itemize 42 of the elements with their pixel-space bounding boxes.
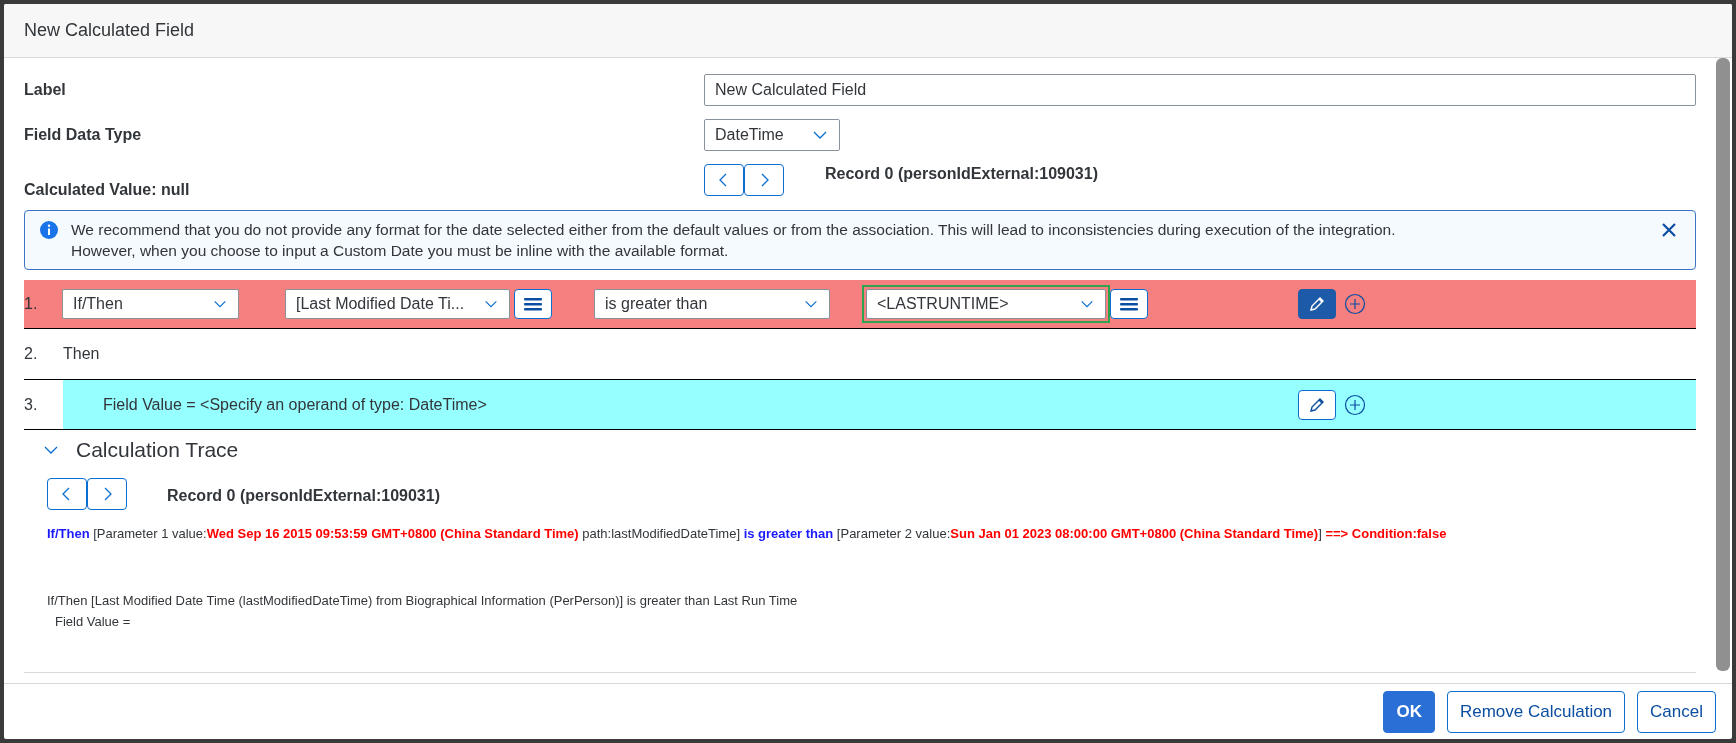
- info-text: We recommend that you do not provide any format for the date selected either from the default values or from the association. This will lead to inconsistencies during execution of the integration.: [71, 220, 1397, 240]
- edit-button[interactable]: [1298, 289, 1336, 319]
- dropdown[interactable]: If/Then: [62, 289, 239, 319]
- previous-button[interactable]: [47, 478, 87, 510]
- summary-text: If/Then [Last Modified Date Time (lastModifiedDateTime) from Biographical Information (PerPerson)] is greater than Last Run Time: [47, 591, 799, 610]
- info-icon: [39, 220, 59, 240]
- menu-button[interactable]: [514, 289, 552, 319]
- info-text: However, when you choose to input a Custom Date you must be inline with the available format.: [71, 241, 730, 261]
- add-icon[interactable]: [1344, 393, 1366, 416]
- section-title: Calculation Trace: [76, 437, 239, 464]
- dialog-button[interactable]: Remove Calculation: [1446, 690, 1626, 733]
- trace-line: If/Then [Parameter 1 value:Wed Sep 16 2015 09:53:59 GMT+0800 (China Standard Time) path:lastModifiedDateTime] is greater than [Parameter 2 value:Sun Jan 01 2023 08:00:00 GMT+0800 (China Standard Time)] ==> Condition:false: [47, 525, 1448, 543]
- dialog-button[interactable]: Cancel: [1637, 690, 1716, 733]
- field-label: Label: [24, 80, 67, 100]
- row-number: 2.: [24, 344, 39, 364]
- summary-text: Field Value =: [54, 612, 132, 631]
- label-input[interactable]: New Calculated Field: [704, 74, 1696, 106]
- row-number: 3.: [24, 394, 39, 415]
- record-label: Record 0 (personIdExternal:109031): [167, 486, 440, 506]
- close-icon[interactable]: [1661, 222, 1677, 238]
- rule-text: Then: [63, 344, 100, 364]
- data-type-dropdown[interactable]: DateTime: [704, 119, 840, 151]
- previous-button[interactable]: [704, 164, 744, 196]
- rule-text: Field Value = <Specify an operand of type: DateTime>: [103, 394, 487, 415]
- dropdown[interactable]: is greater than: [594, 289, 830, 319]
- next-button[interactable]: [87, 478, 127, 510]
- menu-button[interactable]: [1110, 289, 1148, 319]
- menu-icon: [523, 296, 543, 312]
- next-button[interactable]: [744, 164, 784, 196]
- dialog-title: New Calculated Field: [24, 19, 195, 42]
- dropdown[interactable]: <LASTRUNTIME>: [866, 289, 1106, 319]
- field-label: Calculated Value: null: [24, 180, 191, 200]
- menu-icon: [1119, 296, 1139, 312]
- add-icon[interactable]: [1344, 293, 1366, 315]
- dropdown[interactable]: [Last Modified Date Ti...: [285, 289, 510, 319]
- record-label: Record 0 (personIdExternal:109031): [825, 164, 1098, 184]
- edit-button[interactable]: [1298, 389, 1336, 420]
- scrollbar[interactable]: [1716, 58, 1730, 671]
- field-label: Field Data Type: [24, 125, 143, 145]
- pencil-icon: [1308, 295, 1326, 313]
- row-number: 1.: [24, 294, 39, 314]
- dialog-button[interactable]: OK: [1383, 690, 1435, 733]
